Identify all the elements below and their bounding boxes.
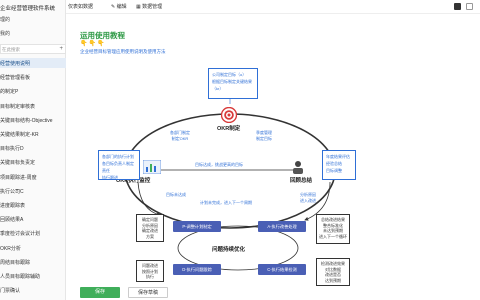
check-detail-line-1: 检测改进效果 — [321, 261, 345, 266]
arc-top-left-line-2: 制定OKR — [171, 136, 189, 141]
pointing-down-emoji: 👇👇👇 — [80, 41, 106, 47]
plan-detail-line-3: 确定改进 — [142, 228, 158, 233]
arc-label-middle: 目标达成，挑战更高的目标 — [195, 162, 243, 167]
save-button[interactable]: 保存 — [80, 287, 120, 298]
check-detail-box: 检测改进效果 对比数据 改进是否 达到预期 — [316, 258, 350, 286]
pdca-action: A-执行改善处理 — [258, 221, 306, 232]
node-okr-setting: OKR制定 — [217, 126, 241, 132]
arc-label-top-left: 各部门制定 制定OKR — [170, 130, 190, 142]
do-detail-line-1: 问题改进 — [142, 263, 158, 268]
sidebar-item[interactable]: 经营管理看板 — [0, 72, 66, 82]
sidebar-item[interactable]: 人员目标跟踪辅助 — [0, 271, 66, 281]
action-detail-box: 总结改进结果 整合标准化 未达到预期 进入下一个循环 — [316, 214, 350, 244]
pdca-do: D-执行问题跟踪 — [173, 264, 221, 275]
right-box-line-2: 经验总结 — [326, 161, 342, 166]
top-box-line-2: 根据目标制定关键结果（kr） — [212, 79, 252, 91]
monitor-box: 各部门的执行计划 各目标负责人制定责任 执行跟进 — [98, 150, 140, 180]
action-detail-line-4: 进入下一个循环 — [319, 233, 347, 239]
fullscreen-icon[interactable] — [454, 3, 461, 10]
edit-button[interactable]: ✎ 编辑 — [111, 3, 127, 10]
edit-label: 编辑 — [116, 4, 127, 10]
node-review: 回顾总结 — [290, 178, 313, 184]
okr-plan-box: 公司制定目标（o） 根据目标制定关键结果（kr） — [208, 68, 258, 99]
sidebar-item[interactable]: 的制定P — [0, 86, 66, 96]
do-detail-box: 问题改进 按照计划 执行 — [136, 260, 164, 282]
sidebar-item[interactable]: 回顾结果A — [0, 214, 66, 224]
sidebar-item[interactable]: 门票确认 — [0, 285, 66, 295]
arc-label-left-down: 目标未达成 — [166, 192, 186, 197]
search-placeholder: 在此搜索 — [2, 47, 20, 52]
review-box: 年度结果评估 经验总结 目标调整 — [322, 150, 356, 180]
do-detail-line-3: 执行 — [146, 274, 154, 279]
sidebar-my-label[interactable]: 我的 — [0, 30, 10, 37]
page-subtitle: 企业经营目标管理应用使用说明及使用方法 — [80, 49, 166, 54]
sidebar-item[interactable]: 目标制定审核表 — [0, 101, 66, 111]
arc-top-right-line-2: 制定目标 — [256, 136, 272, 141]
sidebar-item[interactable]: OKR分析 — [0, 243, 66, 253]
pdca-check: C-执行结果检测 — [258, 264, 306, 275]
top-toolbar: 仅表如数据 ✎ 编辑 ▦ 数据管理 — [66, 0, 480, 14]
target-icon — [221, 107, 237, 123]
plan-detail-line-4: 方案 — [146, 233, 154, 239]
sidebar-search-input[interactable]: 在此搜索 + — [0, 44, 66, 54]
sidebar-item[interactable]: 经营使用说明 — [0, 58, 66, 68]
plus-icon[interactable]: + — [59, 46, 63, 53]
view-title[interactable]: 仅表如数据 — [68, 3, 93, 10]
arc-label-top-right: 季度管理 制定目标 — [256, 130, 272, 142]
top-box-line-1: 公司制定目标（o） — [212, 72, 247, 77]
sidebar-item[interactable]: 执行公司C — [0, 186, 66, 196]
grid-icon: ▦ — [136, 4, 141, 10]
arc-label-right-down: 分析原因 进入改进 — [300, 192, 316, 204]
sidebar-item[interactable]: 周结目标跟踪 — [0, 257, 66, 267]
sidebar: 企业经营管理软件系统 理的 我的 在此搜索 + 经营使用说明 经营管理看板 的制定P… — [0, 0, 66, 300]
plan-detail-box: 确定问题 分析原因 确定改进 方案 — [136, 214, 164, 242]
plan-detail-line-1: 确定问题 — [142, 217, 158, 222]
sidebar-section-label[interactable]: 理的 — [0, 16, 10, 23]
sidebar-item[interactable]: 进度跟踪表 — [0, 200, 66, 210]
sidebar-item[interactable]: 关键目标负责定 — [0, 157, 66, 167]
review-person-icon — [293, 161, 303, 174]
app-title: 企业经营管理软件系统 — [0, 6, 56, 12]
node-continuous-improvement: 问题持续优化 — [212, 247, 246, 253]
data-manage-label: 数据管理 — [142, 4, 163, 10]
sidebar-item[interactable]: 季度检讨会议计划 — [0, 228, 66, 238]
sidebar-item[interactable]: 目标执行D — [0, 143, 66, 153]
action-detail-line-1: 总结改进结果 — [321, 217, 345, 222]
left-box-line-3: 执行跟进 — [102, 175, 118, 180]
pdca-plan: P-调整计划制定 — [173, 221, 221, 232]
action-detail-line-3: 未达到预期 — [323, 228, 343, 233]
arc-label-bottom: 计划未完成，进入下一个周期 — [200, 200, 252, 205]
left-box-line-2: 各目标负责人制定责任 — [102, 161, 134, 173]
arc-right-down-line-2: 进入改进 — [300, 198, 316, 203]
bar-chart-icon — [143, 160, 161, 174]
sidebar-item[interactable]: 项目跟踪进-周度 — [0, 172, 66, 182]
right-box-line-3: 目标调整 — [326, 168, 342, 173]
right-box-line-1: 年度结果评估 — [326, 154, 350, 159]
left-box-line-1: 各部门的执行计划 — [102, 154, 134, 159]
more-icon[interactable] — [466, 3, 473, 10]
check-detail-line-4: 达到预期 — [325, 277, 341, 283]
save-draft-button[interactable]: 保存草稿 — [128, 287, 168, 298]
sidebar-item[interactable]: 关键结果制定-KR — [0, 129, 66, 139]
left-down-connector — [137, 181, 161, 217]
pencil-icon: ✎ — [111, 4, 116, 10]
data-manage-button[interactable]: ▦ 数据管理 — [136, 3, 162, 10]
sidebar-item[interactable]: 关键目标结构-Objective — [0, 115, 66, 125]
